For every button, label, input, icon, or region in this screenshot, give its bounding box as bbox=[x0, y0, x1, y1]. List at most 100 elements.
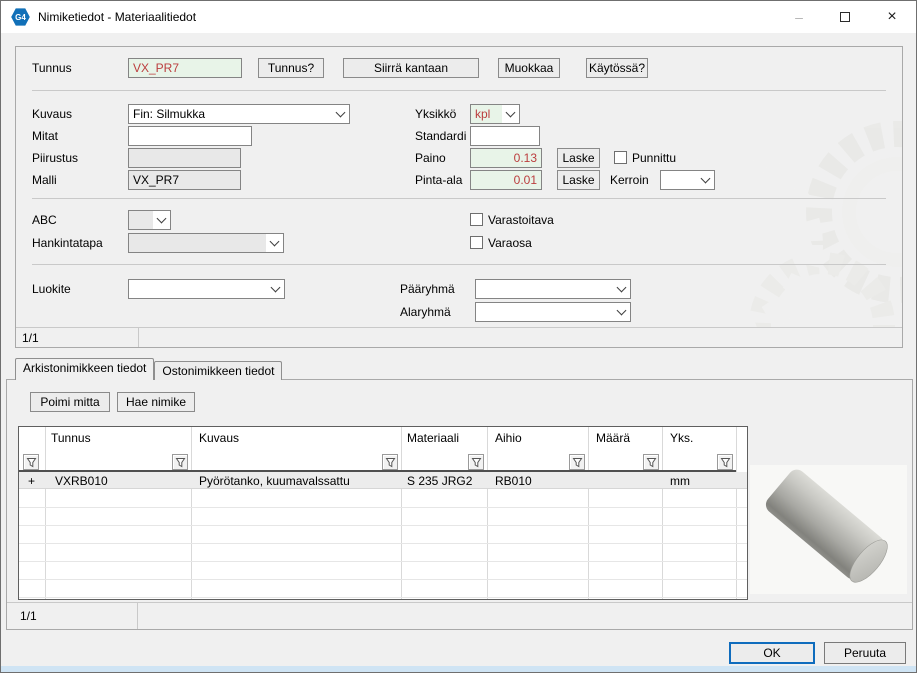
piirustus-input bbox=[128, 148, 241, 168]
row-materiaali: S 235 JRG2 bbox=[407, 472, 472, 489]
dialog-nimiketiedot: G4 Nimiketiedot - Materiaalitiedot – × T… bbox=[0, 0, 917, 673]
laske-pinta-ala-button[interactable]: Laske bbox=[557, 170, 600, 190]
cancel-button[interactable]: Peruuta bbox=[824, 642, 906, 664]
kuvaus-label: Kuvaus bbox=[32, 104, 72, 124]
col-header-kuvaus[interactable]: Kuvaus bbox=[199, 430, 239, 446]
col-header-tunnus[interactable]: Tunnus bbox=[51, 430, 91, 446]
filter-button[interactable] bbox=[569, 454, 585, 470]
tunnus-label: Tunnus bbox=[32, 58, 72, 78]
funnel-icon bbox=[471, 457, 482, 468]
chevron-down-icon bbox=[266, 234, 283, 252]
form-pager: 1/1 bbox=[16, 328, 902, 348]
pinta-ala-label: Pinta-ala bbox=[415, 170, 462, 190]
muokkaa-button[interactable]: Muokkaa bbox=[498, 58, 560, 78]
paino-label: Paino bbox=[415, 148, 446, 168]
row-tunnus: VXRB010 bbox=[55, 472, 108, 489]
filter-button[interactable] bbox=[643, 454, 659, 470]
punnittu-label: Punnittu bbox=[632, 148, 676, 168]
standardi-input[interactable] bbox=[470, 126, 540, 146]
siirra-kantaan-button[interactable]: Siirrä kantaan bbox=[343, 58, 479, 78]
tab-strip: Arkistonimikkeen tiedot Ostonimikkeen ti… bbox=[15, 358, 282, 380]
mitat-input[interactable] bbox=[128, 126, 252, 146]
filter-button[interactable] bbox=[172, 454, 188, 470]
window-title: Nimiketiedot - Materiaalitiedot bbox=[38, 1, 196, 33]
yksikko-value: kpl bbox=[471, 105, 502, 123]
separator bbox=[32, 90, 886, 91]
divider bbox=[137, 603, 138, 629]
tab-arkistonimikkeen-tiedot[interactable]: Arkistonimikkeen tiedot bbox=[15, 358, 154, 380]
malli-input: VX_PR7 bbox=[128, 170, 241, 190]
kuvaus-select[interactable]: Fin: Silmukka bbox=[128, 104, 350, 124]
filter-button[interactable] bbox=[382, 454, 398, 470]
row-expand-icon[interactable]: + bbox=[28, 472, 35, 489]
chevron-down-icon bbox=[613, 280, 630, 298]
varastoitava-checkbox[interactable] bbox=[470, 213, 483, 226]
varaosa-checkbox[interactable] bbox=[470, 236, 483, 249]
bottom-edge-band bbox=[1, 666, 916, 672]
ok-button[interactable]: OK bbox=[729, 642, 815, 664]
tunnus-question-button[interactable]: Tunnus? bbox=[258, 58, 324, 78]
piirustus-label: Piirustus bbox=[32, 148, 78, 168]
maximize-button[interactable] bbox=[822, 1, 868, 33]
hankintatapa-label: Hankintatapa bbox=[32, 233, 103, 253]
paaryhma-select[interactable] bbox=[475, 279, 631, 299]
yksikko-select[interactable]: kpl bbox=[470, 104, 520, 124]
varaosa-label: Varaosa bbox=[488, 233, 532, 253]
chevron-down-icon bbox=[697, 171, 714, 189]
chevron-down-icon bbox=[332, 105, 349, 123]
g4-app-icon: G4 bbox=[11, 8, 30, 26]
kerroin-select[interactable] bbox=[660, 170, 715, 190]
minimize-button[interactable]: – bbox=[776, 1, 822, 33]
chevron-down-icon bbox=[502, 105, 519, 123]
close-button[interactable]: × bbox=[869, 1, 915, 33]
mitat-label: Mitat bbox=[32, 126, 58, 146]
pinta-ala-input[interactable]: 0.01 bbox=[470, 170, 542, 190]
col-header-yks[interactable]: Yks. bbox=[670, 430, 693, 446]
col-header-materiaali[interactable]: Materiaali bbox=[407, 430, 459, 446]
poimi-mitta-button[interactable]: Poimi mitta bbox=[30, 392, 110, 412]
laske-paino-button[interactable]: Laske bbox=[557, 148, 600, 168]
funnel-icon bbox=[720, 457, 731, 468]
alaryhma-label: Alaryhmä bbox=[400, 302, 451, 322]
form-pager-strip: 1/1 bbox=[16, 327, 902, 347]
filter-button[interactable] bbox=[23, 454, 39, 470]
tab-ostonimikkeen-tiedot[interactable]: Ostonimikkeen tiedot bbox=[154, 361, 282, 380]
kaytossa-button[interactable]: Käytössä? bbox=[586, 58, 648, 78]
cylinder-render bbox=[750, 465, 907, 594]
row-aihio: RB010 bbox=[495, 472, 532, 489]
divider bbox=[138, 328, 139, 348]
table-row[interactable]: + VXRB010 Pyörötanko, kuumavalssattu S 2… bbox=[19, 472, 747, 489]
tunnus-input[interactable]: VX_PR7 bbox=[128, 58, 242, 78]
maximize-icon bbox=[840, 12, 850, 22]
col-header-maara[interactable]: Määrä bbox=[596, 430, 630, 446]
row-yks: mm bbox=[670, 472, 690, 489]
alaryhma-select[interactable] bbox=[475, 302, 631, 322]
funnel-icon bbox=[646, 457, 657, 468]
filter-button[interactable] bbox=[468, 454, 484, 470]
luokite-select[interactable] bbox=[128, 279, 285, 299]
standardi-label: Standardi bbox=[415, 126, 466, 146]
chevron-down-icon bbox=[153, 211, 170, 229]
gear-watermark bbox=[697, 117, 902, 347]
filter-button[interactable] bbox=[717, 454, 733, 470]
hankintatapa-select[interactable] bbox=[128, 233, 284, 253]
paino-input[interactable]: 0.13 bbox=[470, 148, 542, 168]
funnel-icon bbox=[26, 457, 37, 468]
varastoitava-label: Varastoitava bbox=[488, 210, 554, 230]
abc-label: ABC bbox=[32, 210, 57, 230]
part-preview-image bbox=[750, 465, 907, 594]
punnittu-checkbox[interactable] bbox=[614, 151, 627, 164]
archive-tab-panel: Poimi mitta Hae nimike Tunnus Kuvaus Mat… bbox=[6, 379, 913, 630]
kerroin-label: Kerroin bbox=[610, 170, 649, 190]
kuvaus-value: Fin: Silmukka bbox=[129, 105, 332, 123]
titlebar[interactable]: G4 Nimiketiedot - Materiaalitiedot – × bbox=[1, 1, 916, 33]
table-pager: 1/1 bbox=[7, 603, 912, 629]
abc-select[interactable] bbox=[128, 210, 171, 230]
hae-nimike-button[interactable]: Hae nimike bbox=[117, 392, 195, 412]
separator bbox=[32, 264, 886, 265]
col-header-aihio[interactable]: Aihio bbox=[495, 430, 522, 446]
paaryhma-label: Pääryhmä bbox=[400, 279, 455, 299]
malli-label: Malli bbox=[32, 170, 57, 190]
archive-items-table: Tunnus Kuvaus Materiaali Aihio Määrä Yks… bbox=[18, 426, 748, 600]
yksikko-label: Yksikkö bbox=[415, 104, 456, 124]
